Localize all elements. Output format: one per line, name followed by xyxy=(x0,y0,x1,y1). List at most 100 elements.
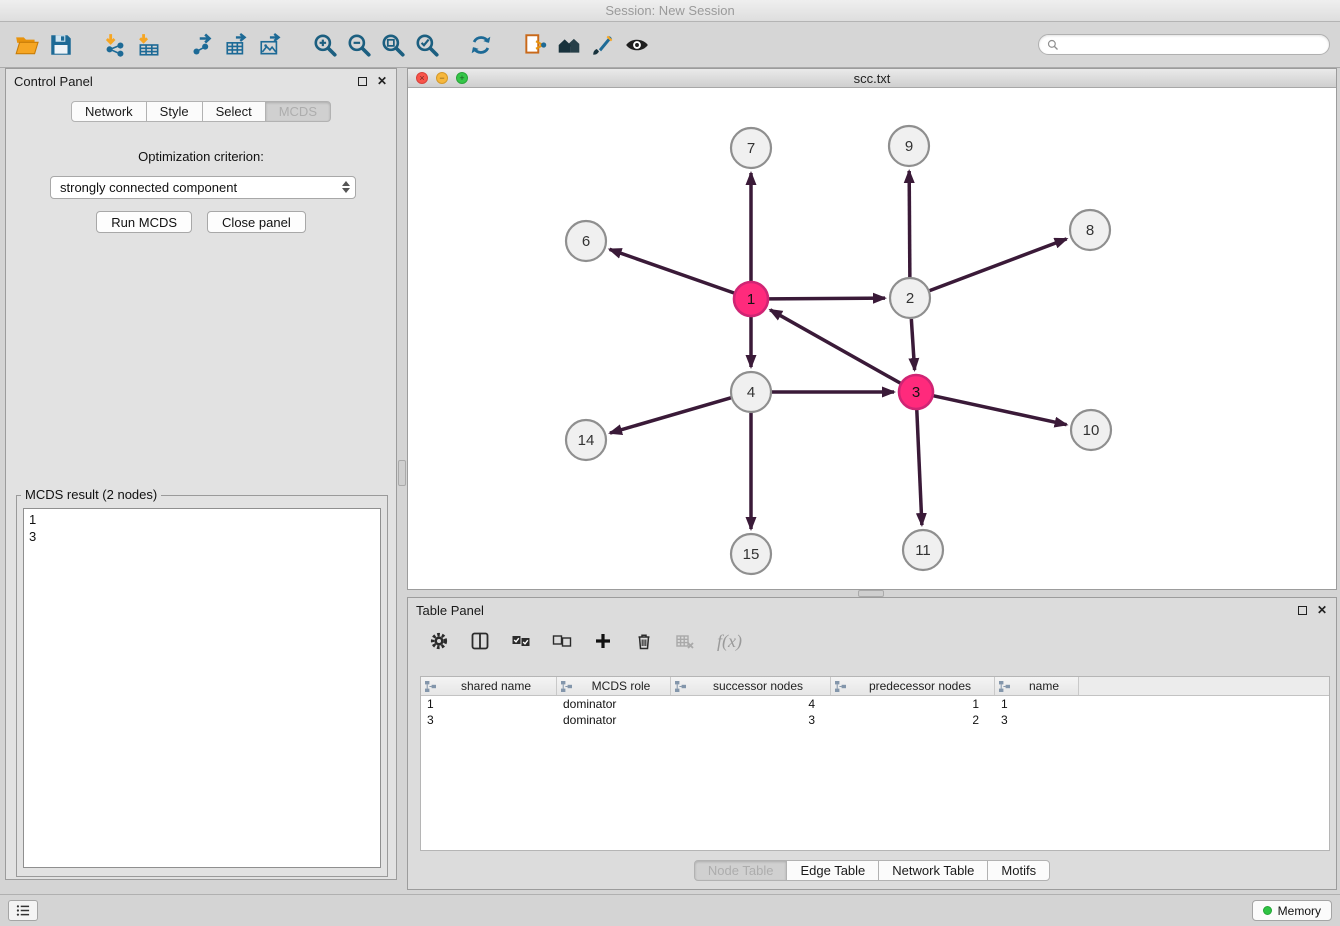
table-cell[interactable]: dominator xyxy=(557,697,671,711)
zoom-fit-icon[interactable] xyxy=(376,29,410,61)
table-cell[interactable]: 1 xyxy=(831,697,995,711)
tab-style[interactable]: Style xyxy=(146,101,203,122)
tab-network-table[interactable]: Network Table xyxy=(878,860,988,881)
delete-column-trash-icon[interactable] xyxy=(631,628,657,654)
zoom-out-icon[interactable] xyxy=(342,29,376,61)
graph-edge-2-3[interactable] xyxy=(911,319,914,370)
column-header-mcds-role[interactable]: MCDS role xyxy=(557,677,671,695)
app-window: Session: New Session xyxy=(0,0,1340,926)
close-table-panel-icon[interactable]: ✕ xyxy=(1316,604,1328,616)
search-input[interactable] xyxy=(1064,38,1321,52)
float-panel-icon[interactable] xyxy=(356,75,368,87)
graph-node-label: 9 xyxy=(905,138,913,155)
graph-edge-2-8[interactable] xyxy=(930,239,1067,291)
graph-edge-1-2[interactable] xyxy=(769,298,885,299)
tab-mcds[interactable]: MCDS xyxy=(265,101,331,122)
column-type-icon xyxy=(834,680,847,693)
refresh-icon[interactable] xyxy=(464,29,498,61)
tab-node-table[interactable]: Node Table xyxy=(694,860,788,881)
graph-edge-3-11[interactable] xyxy=(917,410,922,525)
network-view-window: × − + scc.txt 1234678910111415 xyxy=(407,68,1337,590)
task-history-button[interactable] xyxy=(8,900,38,921)
table-row[interactable]: 3dominator323 xyxy=(421,712,1329,728)
control-panel-title: Control Panel xyxy=(14,74,93,89)
column-header-shared-name[interactable]: shared name xyxy=(421,677,557,695)
graph-edge-3-10[interactable] xyxy=(934,396,1067,425)
tab-motifs[interactable]: Motifs xyxy=(987,860,1050,881)
main-toolbar xyxy=(0,22,1340,68)
clone-network-icon[interactable] xyxy=(518,29,552,61)
column-header-successor-nodes[interactable]: successor nodes xyxy=(671,677,831,695)
network-canvas[interactable]: 1234678910111415 xyxy=(408,88,1336,589)
column-type-icon xyxy=(424,680,437,693)
close-panel-icon[interactable]: ✕ xyxy=(376,75,388,87)
run-mcds-button[interactable]: Run MCDS xyxy=(96,211,192,233)
node-table: shared name MCDS role successor nodes prede… xyxy=(420,676,1330,851)
close-panel-button[interactable]: Close panel xyxy=(207,211,306,233)
open-file-icon[interactable] xyxy=(10,29,44,61)
tab-select[interactable]: Select xyxy=(202,101,266,122)
graph-node-label: 7 xyxy=(747,140,755,157)
table-header-row: shared name MCDS role successor nodes prede… xyxy=(421,677,1329,696)
search-box[interactable] xyxy=(1038,34,1330,55)
float-table-panel-icon[interactable] xyxy=(1296,604,1308,616)
network-window-title: scc.txt xyxy=(854,71,891,86)
graph-edge-1-6[interactable] xyxy=(610,249,734,293)
show-columns-icon[interactable] xyxy=(467,628,493,654)
network-window-titlebar: × − + scc.txt xyxy=(408,69,1336,88)
graph-edge-4-14[interactable] xyxy=(610,398,731,433)
table-settings-gear-icon[interactable] xyxy=(426,628,452,654)
maximize-window-icon[interactable]: + xyxy=(456,72,468,84)
column-type-icon xyxy=(560,680,573,693)
tab-edge-table[interactable]: Edge Table xyxy=(786,860,879,881)
show-hide-icon[interactable] xyxy=(620,29,654,61)
export-table-icon[interactable] xyxy=(220,29,254,61)
table-cell[interactable]: 4 xyxy=(671,697,831,711)
window-titlebar: Session: New Session xyxy=(0,0,1340,22)
graph-node-label: 1 xyxy=(747,291,755,308)
table-body: 1dominator4113dominator323 xyxy=(421,696,1329,728)
table-cell[interactable]: 1 xyxy=(995,697,1079,711)
horizontal-splitter-handle[interactable] xyxy=(858,590,884,597)
column-header-label: successor nodes xyxy=(689,679,827,693)
deselect-all-columns-icon[interactable] xyxy=(549,628,575,654)
minimize-window-icon[interactable]: − xyxy=(436,72,448,84)
vertical-splitter-handle[interactable] xyxy=(398,460,406,486)
zoom-in-icon[interactable] xyxy=(308,29,342,61)
select-all-columns-icon[interactable] xyxy=(508,628,534,654)
tab-network[interactable]: Network xyxy=(71,101,147,122)
memory-button[interactable]: Memory xyxy=(1252,900,1332,921)
column-type-icon xyxy=(674,680,687,693)
column-type-icon xyxy=(998,680,1011,693)
graph-node-label: 4 xyxy=(747,384,755,401)
column-header-predecessor-nodes[interactable]: predecessor nodes xyxy=(831,677,995,695)
graph-node-label: 10 xyxy=(1083,422,1100,439)
table-cell[interactable]: 3 xyxy=(671,713,831,727)
graph-edge-2-9[interactable] xyxy=(909,171,910,277)
graph-node-label: 14 xyxy=(578,432,595,449)
window-title: Session: New Session xyxy=(605,3,734,18)
table-cell[interactable]: 3 xyxy=(995,713,1079,727)
table-cell[interactable]: 3 xyxy=(421,713,557,727)
import-network-file-icon[interactable] xyxy=(98,29,132,61)
home-overview-icon[interactable] xyxy=(552,29,586,61)
function-builder-fx-icon: f(x) xyxy=(717,631,742,652)
zoom-selected-icon[interactable] xyxy=(410,29,444,61)
criterion-select[interactable]: strongly connected component xyxy=(50,176,356,199)
column-header-label: MCDS role xyxy=(575,679,667,693)
export-network-icon[interactable] xyxy=(186,29,220,61)
table-cell[interactable]: 1 xyxy=(421,697,557,711)
graph-edge-3-1[interactable] xyxy=(770,310,900,383)
graph-node-label: 6 xyxy=(582,233,590,250)
table-row[interactable]: 1dominator411 xyxy=(421,696,1329,712)
apply-style-icon[interactable] xyxy=(586,29,620,61)
table-cell[interactable]: 2 xyxy=(831,713,995,727)
add-column-icon[interactable] xyxy=(590,628,616,654)
export-image-icon[interactable] xyxy=(254,29,288,61)
import-table-file-icon[interactable] xyxy=(132,29,166,61)
column-header-name[interactable]: name xyxy=(995,677,1079,695)
save-session-icon[interactable] xyxy=(44,29,78,61)
close-window-icon[interactable]: × xyxy=(416,72,428,84)
mcds-result-list[interactable]: 13 xyxy=(23,508,381,868)
table-cell[interactable]: dominator xyxy=(557,713,671,727)
